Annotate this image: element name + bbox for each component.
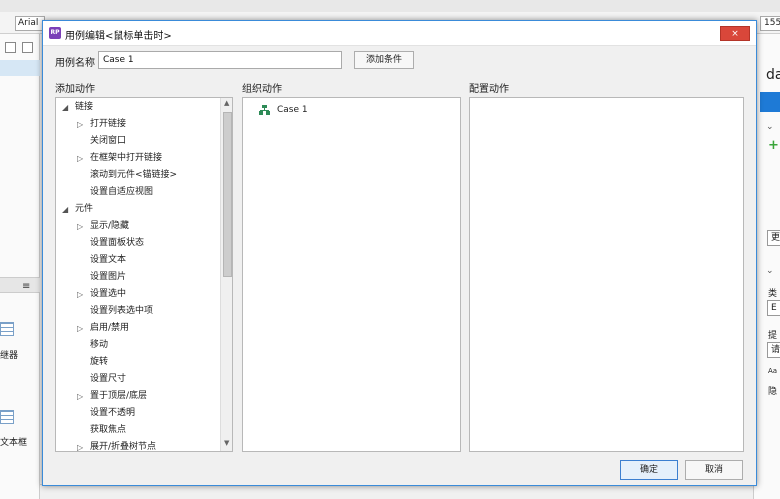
tree-item-label: 设置自适应视图 [90,187,154,197]
textbox-widget-label: 文本框 [0,438,28,448]
scrollbar-thumb[interactable] [223,112,232,277]
collapsed-arrow-icon[interactable]: ▷ [77,218,83,235]
tree-item-label: 显示/隐藏 [90,221,130,231]
tree-item-label: 置于顶层/底层 [90,391,148,401]
collapsed-arrow-icon[interactable]: ▷ [77,286,83,303]
configure-actions-heading: 配置动作 [469,84,509,95]
page-add-icon[interactable] [5,42,16,53]
tree-item-label: 设置尺寸 [90,374,127,384]
add-interaction-icon[interactable]: + [768,138,779,153]
folder-add-icon[interactable] [22,42,33,53]
app-menubar [0,0,780,12]
organize-actions-pane: Case 1 [242,97,461,452]
add-actions-pane: ◢ 链接 ▷ 打开链接关闭窗口 ▷ 在框架中打开链接滚动到元件<锚链接> 设置自适应视图 ◢ 元… [55,97,233,452]
organize-actions-heading: 组织动作 [242,84,282,95]
tree-item-label: 设置选中 [90,289,127,299]
bottom-status-strip [40,484,753,499]
tree-item-label: 设置文本 [90,255,127,265]
tree-item-label: 链接 [75,102,94,112]
tree-item-label: 关闭窗口 [90,136,127,146]
tree-item-label: 启用/禁用 [90,323,130,333]
tree-item-label: 滚动到元件<锚链接> [90,170,178,180]
tree-item-label: 设置列表选中项 [90,306,154,316]
tree-item-label: 展开/折叠树节点 [90,442,157,451]
tree-item-label: 打开链接 [90,119,127,129]
repeater-widget-label: 继器 [0,351,19,361]
textbox-widget-icon[interactable] [0,410,14,424]
font-family-select[interactable]: Arial [15,16,45,31]
tree-item-label: 设置不透明 [90,408,136,418]
tree-item-label: 在框架中打开链接 [90,153,163,163]
font-size-field[interactable]: 155 [760,16,780,31]
repeater-widget-icon[interactable] [0,322,14,336]
tree-item-label: 获取焦点 [90,425,127,435]
action-tree-scrollbar[interactable]: ▲ ▼ [220,98,232,451]
add-actions-heading: 添加动作 [55,84,95,95]
inspector-title: da [766,67,780,83]
dialog-titlebar[interactable]: RP 用例编辑<鼠标单击时> × [43,21,756,46]
tree-item-label: 旋转 [90,357,109,367]
case-name-input[interactable] [98,51,342,69]
add-condition-button[interactable]: 添加条件 [354,51,414,69]
expanded-arrow-icon[interactable]: ◢ [62,99,68,116]
chevron-down-icon[interactable]: ⌄ [766,266,774,276]
case-tree-label: Case 1 [277,105,308,115]
expanded-arrow-icon[interactable]: ◢ [62,201,68,218]
cancel-button[interactable]: 取消 [685,460,743,480]
left-widget-panel: ≡ 继器 文本框 [0,34,40,499]
right-inspector-panel: da ⌄ + 更 ⌄ 类 E 提 请 Aa 隐 [753,34,780,499]
tree-item-label: 设置图片 [90,272,127,282]
widget-library-header [0,277,40,293]
tree-item-label: 元件 [75,204,94,214]
axure-app-icon: RP [49,27,61,39]
case-name-label: 用例名称 [55,58,95,69]
selected-page-row[interactable] [0,60,40,76]
action-tree: ◢ 链接 ▷ 打开链接关闭窗口 ▷ 在框架中打开链接滚动到元件<锚链接> 设置自适应视图 ◢ 元… [56,98,220,451]
ok-button[interactable]: 确定 [620,460,678,480]
type-select[interactable]: E [767,300,780,316]
inspector-tab-active[interactable] [760,92,780,112]
collapsed-arrow-icon[interactable]: ▷ [77,320,83,337]
configure-actions-pane [469,97,744,452]
scroll-up-icon[interactable]: ▲ [224,99,229,107]
chevron-down-icon[interactable]: ⌄ [766,122,774,132]
inspector-more-button[interactable]: 更 [767,230,780,246]
collapsed-arrow-icon[interactable]: ▷ [77,388,83,405]
case-tree-icon [259,105,270,115]
hint-label: 提 [768,331,778,341]
collapsed-arrow-icon[interactable]: ▷ [77,116,83,133]
type-label: 类 [768,289,778,299]
tree-item-label: 移动 [90,340,109,350]
hide-label: 隐 [768,387,778,397]
case-editor-dialog: RP 用例编辑<鼠标单击时> × 用例名称 添加条件 添加动作 组织动作 配置动… [42,20,757,486]
close-button[interactable]: × [720,26,750,41]
menu-icon[interactable]: ≡ [22,281,30,292]
text-style-label: Aa [768,367,778,375]
collapsed-arrow-icon[interactable]: ▷ [77,150,83,167]
scroll-down-icon[interactable]: ▼ [224,439,229,447]
dialog-title: 用例编辑<鼠标单击时> [65,31,172,42]
collapsed-arrow-icon[interactable]: ▷ [77,439,83,451]
hint-input[interactable]: 请 [767,342,780,358]
tree-item-label: 设置面板状态 [90,238,145,248]
